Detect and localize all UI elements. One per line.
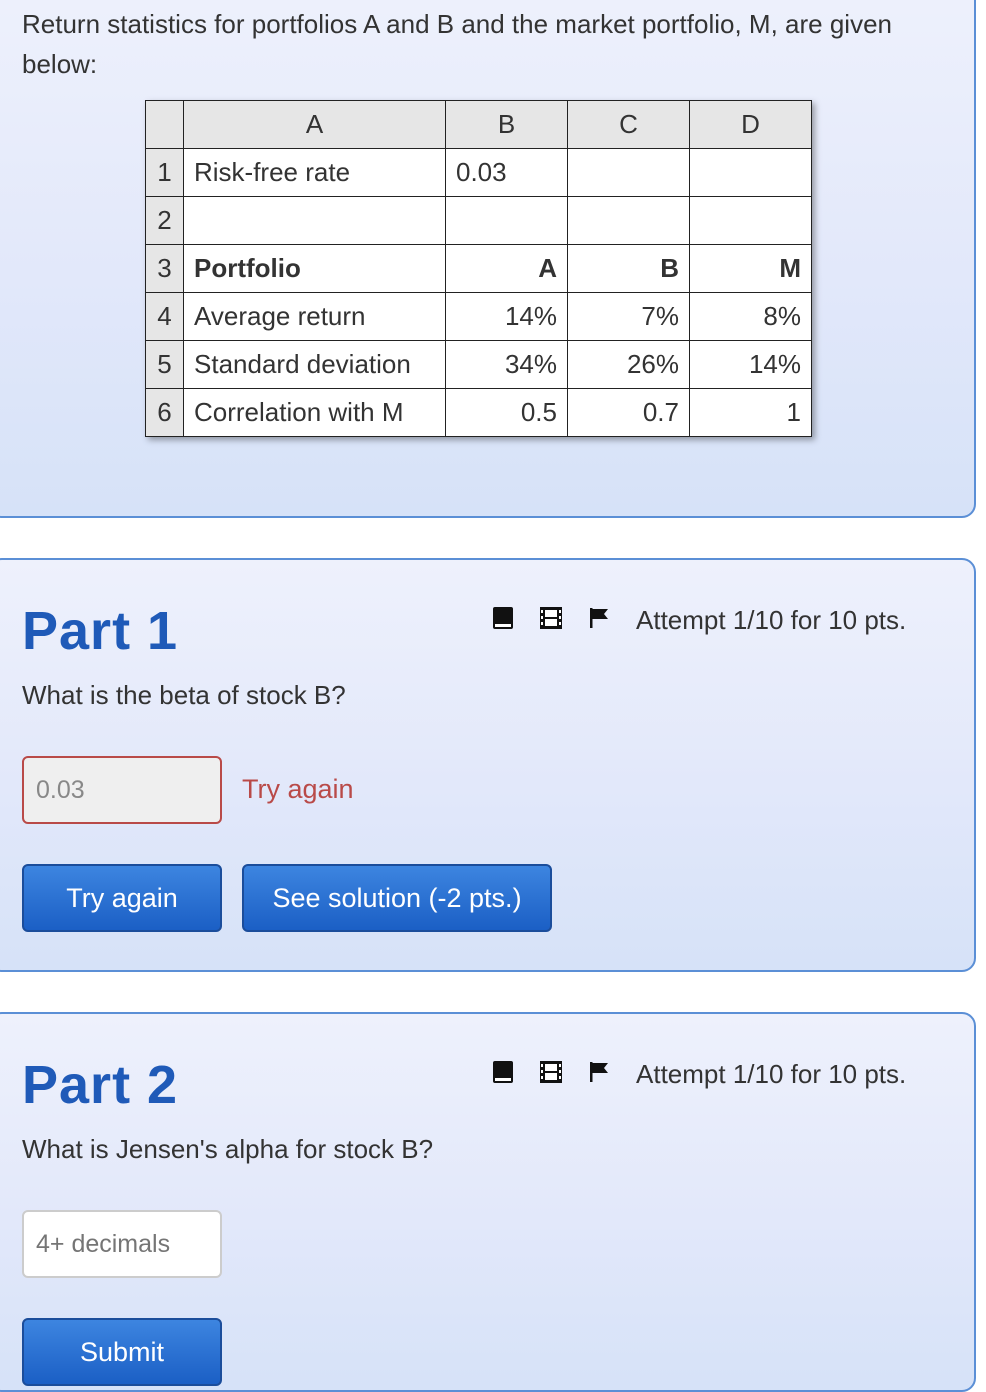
- spreadsheet-header-row: A B C D: [145, 100, 812, 149]
- cell-c2: [567, 196, 690, 245]
- flag-icon[interactable]: [586, 604, 612, 637]
- cell-d2: [689, 196, 812, 245]
- feedback-message: Try again: [242, 774, 354, 804]
- spreadsheet-row: 5 Standard deviation 34% 26% 14%: [145, 340, 812, 389]
- cell-d5: 14%: [689, 340, 812, 389]
- film-icon[interactable]: [538, 1058, 564, 1091]
- cell-b6: 0.5: [445, 388, 568, 437]
- part-title: Part 2: [22, 1055, 179, 1115]
- column-header-b: B: [445, 100, 568, 149]
- column-header-c: C: [567, 100, 690, 149]
- column-header-d: D: [689, 100, 812, 149]
- answer-input[interactable]: [22, 756, 222, 824]
- intro-text: Return statistics for portfolios A and B…: [22, 9, 892, 79]
- corner-cell: [145, 100, 184, 149]
- see-solution-button[interactable]: See solution (-2 pts.): [242, 864, 552, 932]
- spreadsheet-row: 4 Average return 14% 7% 8%: [145, 292, 812, 341]
- cell-d3: M: [689, 244, 812, 293]
- cell-d4: 8%: [689, 292, 812, 341]
- cell-d1: [689, 148, 812, 197]
- spreadsheet-row: 2: [145, 196, 812, 245]
- cell-a4: Average return: [183, 292, 446, 341]
- cell-c5: 26%: [567, 340, 690, 389]
- part-title: Part 1: [22, 601, 179, 661]
- spreadsheet-row: 3 Portfolio A B M: [145, 244, 812, 293]
- try-again-button[interactable]: Try again: [22, 864, 222, 932]
- book-icon[interactable]: [490, 604, 516, 637]
- answer-input[interactable]: [22, 1210, 222, 1278]
- flag-icon[interactable]: [586, 1058, 612, 1091]
- part-toolbar: Attempt 1/10 for 10 pts.: [490, 604, 906, 637]
- cell-c6: 0.7: [567, 388, 690, 437]
- part-2-panel: Part 2 Attempt 1/10 for 10 pts. What is …: [0, 1012, 976, 1392]
- row-number: 3: [145, 244, 184, 293]
- row-number: 2: [145, 196, 184, 245]
- attempt-counter: Attempt 1/10 for 10 pts.: [636, 605, 907, 635]
- cell-c1: [567, 148, 690, 197]
- cell-a3: Portfolio: [183, 244, 446, 293]
- row-number: 1: [145, 148, 184, 197]
- submit-button[interactable]: Submit: [22, 1318, 222, 1386]
- cell-c4: 7%: [567, 292, 690, 341]
- question-text: What is the beta of stock B?: [22, 680, 346, 710]
- spreadsheet-row: 6 Correlation with M 0.5 0.7 1: [145, 388, 812, 437]
- book-icon[interactable]: [490, 1058, 516, 1091]
- cell-c3: B: [567, 244, 690, 293]
- cell-b1: 0.03: [445, 148, 568, 197]
- intro-panel: Return statistics for portfolios A and B…: [0, 0, 976, 518]
- row-number: 5: [145, 340, 184, 389]
- cell-d6: 1: [689, 388, 812, 437]
- column-header-a: A: [183, 100, 446, 149]
- cell-b5: 34%: [445, 340, 568, 389]
- spreadsheet-table: A B C D 1 Risk-free rate 0.03 2 3 Portfo…: [145, 100, 812, 437]
- question-text: What is Jensen's alpha for stock B?: [22, 1134, 434, 1164]
- attempt-counter: Attempt 1/10 for 10 pts.: [636, 1059, 907, 1089]
- part-toolbar: Attempt 1/10 for 10 pts.: [490, 1058, 906, 1091]
- cell-a2: [183, 196, 446, 245]
- cell-b2: [445, 196, 568, 245]
- row-number: 6: [145, 388, 184, 437]
- cell-a6: Correlation with M: [183, 388, 446, 437]
- spreadsheet-row: 1 Risk-free rate 0.03: [145, 148, 812, 197]
- part-1-panel: Part 1 Attempt 1/10 for 10 pts. What is …: [0, 558, 976, 972]
- cell-b3: A: [445, 244, 568, 293]
- cell-b4: 14%: [445, 292, 568, 341]
- row-number: 4: [145, 292, 184, 341]
- cell-a1: Risk-free rate: [183, 148, 446, 197]
- cell-a5: Standard deviation: [183, 340, 446, 389]
- film-icon[interactable]: [538, 604, 564, 637]
